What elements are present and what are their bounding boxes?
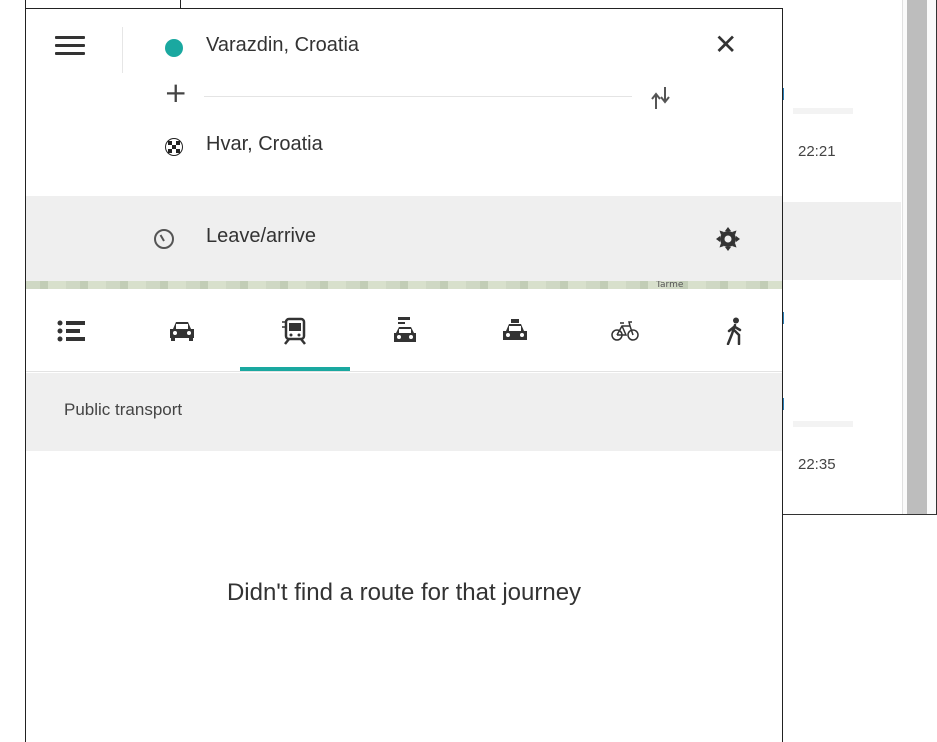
route-connector-line: [204, 96, 632, 97]
list-divider: [793, 108, 853, 114]
car-share-icon: [394, 316, 416, 342]
leave-arrive-selector[interactable]: Leave/arrive: [206, 225, 316, 248]
time-options-bar: Leave/arrive: [26, 196, 782, 281]
list-divider: [793, 421, 853, 427]
hamburger-menu-icon[interactable]: [55, 36, 85, 58]
add-waypoint-icon[interactable]: +: [164, 79, 187, 107]
tab-overview[interactable]: [26, 289, 127, 372]
tab-car-share[interactable]: [350, 289, 460, 372]
destination-field[interactable]: Hvar, Croatia: [206, 133, 323, 156]
tab-car[interactable]: [127, 289, 237, 372]
tab-public-transport[interactable]: [240, 289, 350, 372]
gear-icon[interactable]: [715, 226, 741, 252]
category-title: Public transport: [64, 400, 183, 419]
tab-bike[interactable]: [570, 289, 680, 372]
taxi-icon: [503, 318, 527, 340]
no-route-message: Didn't find a route for that journey: [226, 579, 582, 606]
departure-time[interactable]: 22:21: [798, 143, 836, 160]
directions-panel: Varazdin, Croatia ✕ + Hvar, Croatia Leav…: [25, 8, 783, 742]
window-edge: [25, 0, 26, 8]
clock-icon: [154, 229, 174, 249]
scrollbar[interactable]: [902, 0, 936, 514]
bike-icon: [611, 320, 639, 341]
walk-icon: [726, 317, 742, 345]
origin-marker-icon: [165, 39, 183, 57]
origin-field[interactable]: Varazdin, Croatia: [206, 34, 359, 57]
selected-tab-indicator: [240, 367, 350, 371]
departure-time[interactable]: 22:35: [798, 456, 836, 473]
route-inputs: Varazdin, Croatia ✕ + Hvar, Croatia: [26, 9, 782, 196]
list-icon: [57, 320, 85, 341]
map-place-label: Tarme: [656, 281, 684, 289]
swap-direction-icon[interactable]: [650, 85, 672, 111]
divider: [122, 27, 123, 73]
tab-taxi[interactable]: [460, 289, 570, 372]
travel-mode-tabs: [26, 289, 782, 372]
scrollbar-thumb[interactable]: [907, 0, 927, 514]
train-icon: [282, 317, 306, 345]
destination-flag-icon: [165, 138, 183, 156]
results-category-header: Public transport: [26, 373, 782, 451]
close-icon[interactable]: ✕: [714, 31, 737, 59]
window-edge: [180, 0, 181, 8]
tab-walk[interactable]: [680, 289, 782, 372]
car-icon: [170, 321, 194, 341]
